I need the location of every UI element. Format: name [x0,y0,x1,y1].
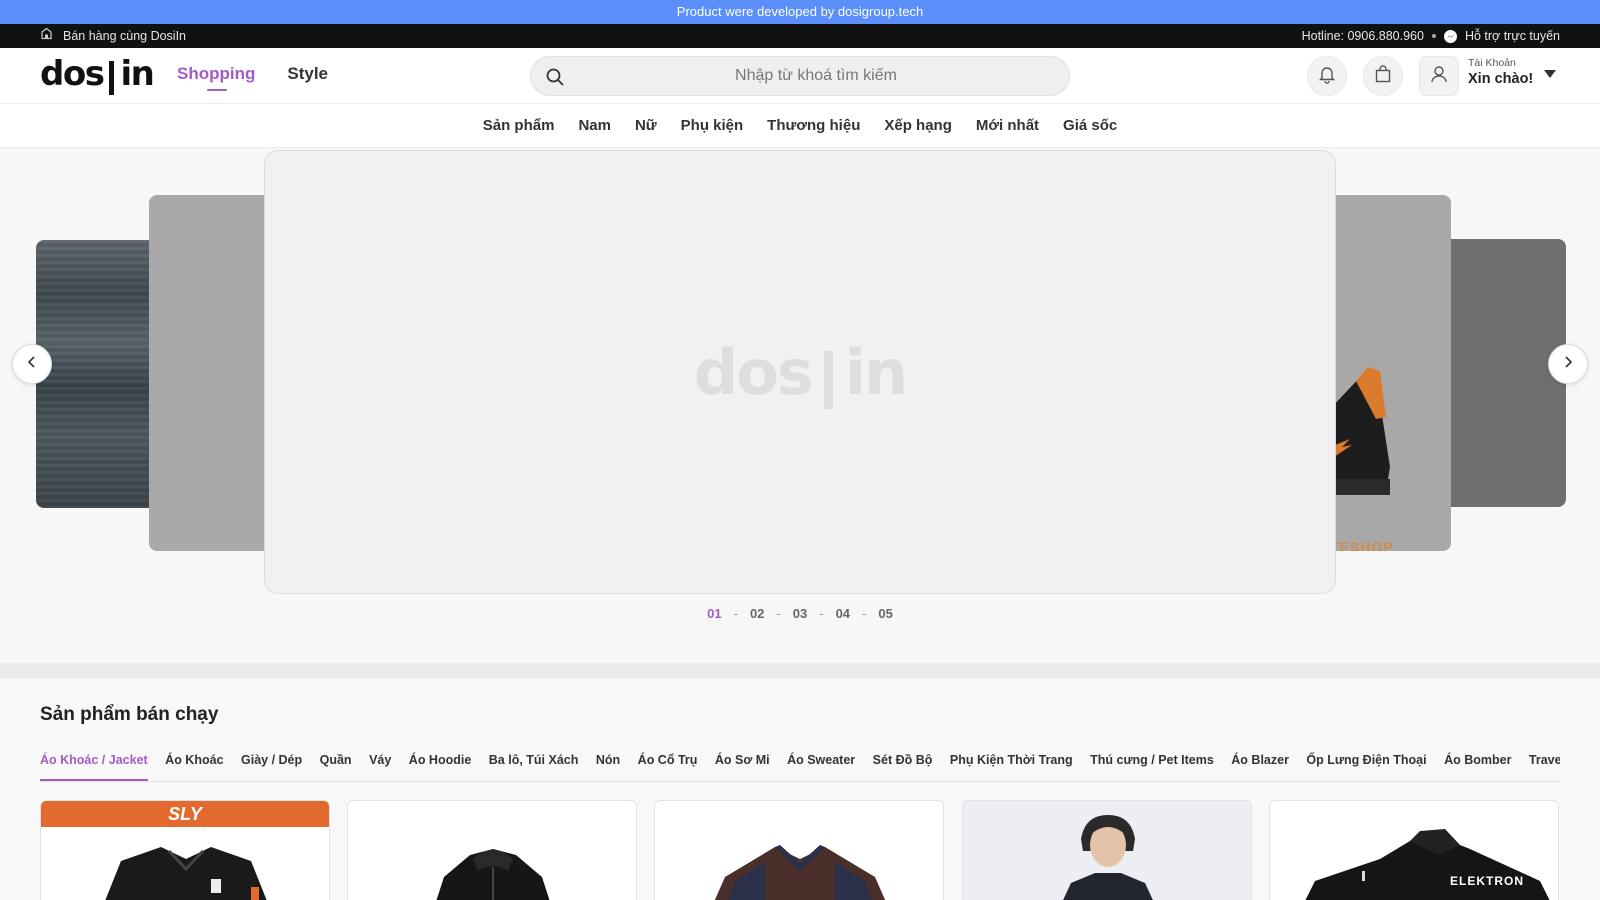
carousel-pager: 01 - 02 - 03 - 04 - 05 [0,606,1600,621]
pager-item[interactable]: 03 [793,606,807,621]
user-avatar-button[interactable] [1419,56,1459,96]
tab-style[interactable]: Style [287,64,328,84]
carousel-prev-button[interactable] [12,344,52,384]
pager-separator: - [819,606,824,621]
product-card[interactable] [962,800,1252,900]
nav-item-brands[interactable]: Thương hiệu [767,117,860,134]
product-image [655,801,943,900]
mode-tabs: Shopping Style [177,64,328,91]
tab-sweater[interactable]: Áo Sweater [787,742,855,778]
product-card[interactable] [347,800,637,900]
nav-item-hot-deals[interactable]: Giá sốc [1063,117,1117,134]
nav-item-newest[interactable]: Mới nhất [976,117,1039,134]
bell-icon [1317,64,1337,89]
pager-separator: - [776,606,781,621]
nav-item-products[interactable]: Sản phẩm [483,117,555,134]
account-greeting: Xin chào! [1468,71,1534,87]
product-image: SLY [41,801,329,900]
cart-button[interactable] [1363,56,1403,96]
search-input[interactable] [581,57,1051,95]
product-image [348,801,636,900]
notification-button[interactable] [1307,56,1347,96]
tab-phone-cases[interactable]: Ốp Lưng Điện Thoại [1306,742,1426,778]
search-bar [530,56,1070,96]
tab-coat[interactable]: Áo Khoác [165,742,223,778]
tab-sets[interactable]: Sét Đồ Bộ [873,742,933,778]
tab-fashion-accessories[interactable]: Phụ Kiện Thời Trang [950,742,1073,778]
hero-carousel: TESHOP dos in 01 - 02 - 03 - 04 - 05 [0,148,1600,663]
pager-item[interactable]: 02 [750,606,764,621]
product-image: ELEKTRON [1270,801,1558,900]
tab-skirt[interactable]: Váy [369,742,391,778]
tab-shoes[interactable]: Giày / Dép [241,742,302,778]
tab-turtleneck[interactable]: Áo Cổ Trụ [638,742,698,778]
nav-item-women[interactable]: Nữ [635,117,657,134]
carousel-next-button[interactable] [1548,344,1588,384]
tab-blazer[interactable]: Áo Blazer [1231,742,1289,778]
product-category-tabs: Áo Khoác / Jacket Áo Khoác Giày / Dép Qu… [40,742,1560,782]
tab-shirt[interactable]: Áo Sơ Mi [715,742,770,778]
user-icon [1429,64,1449,89]
shop-icon [40,24,53,48]
pager-separator: - [733,606,738,621]
nav-item-accessories[interactable]: Phụ kiện [681,117,744,134]
messenger-icon [1443,29,1457,43]
search-icon[interactable] [545,67,565,87]
caret-down-icon[interactable] [1544,70,1556,78]
tab-pet-items[interactable]: Thú cưng / Pet Items [1090,742,1214,778]
hotline-text: Hotline: 0906.880.960 [1301,29,1424,43]
online-support-link[interactable]: Hỗ trợ trực tuyến [1465,24,1560,48]
promo-banner: Product were developed by dosigroup.tech [0,0,1600,24]
pager-item[interactable]: 05 [878,606,892,621]
shopping-bag-icon [1373,64,1393,89]
main-header: dosin Shopping Style Tài Khoản Xin chào! [0,48,1600,104]
tab-hats[interactable]: Nón [596,742,620,778]
product-print-text: ELEKTRON [1450,874,1524,888]
product-card[interactable]: ELEKTRON [1269,800,1559,900]
account-menu[interactable]: Tài Khoản Xin chào! [1468,57,1533,87]
nav-item-ranking[interactable]: Xếp hạng [884,117,952,134]
product-card[interactable] [654,800,944,900]
product-card[interactable]: SLY [40,800,330,900]
chevron-right-icon [1561,355,1575,374]
product-image [963,801,1251,900]
tab-shopping[interactable]: Shopping [177,64,255,91]
section-divider [0,663,1600,678]
pager-separator: - [862,606,867,621]
account-label: Tài Khoản [1468,57,1516,69]
tab-bomber[interactable]: Áo Bomber [1444,742,1511,778]
tab-hoodie[interactable]: Áo Hoodie [409,742,472,778]
best-sellers-section: Sản phẩm bán chạy Áo Khoác / Jacket Áo K… [0,678,1600,900]
pager-item[interactable]: 04 [836,606,850,621]
placeholder-logo: dos in [693,335,908,409]
top-bar: Bán hàng cùng DosiIn Hotline: 0906.880.9… [0,24,1600,48]
sell-with-dosiin-link[interactable]: Bán hàng cùng DosiIn [63,24,186,48]
carousel-slide-main[interactable]: dos in [264,150,1336,594]
tab-pants[interactable]: Quần [320,742,352,778]
tab-travel-tag[interactable]: Travel Tag, Gối du [1529,742,1560,778]
dosiin-logo[interactable]: dos in [40,54,155,95]
chevron-left-icon [25,355,39,374]
nav-item-men[interactable]: Nam [578,117,611,134]
tab-bags[interactable]: Ba lô, Túi Xách [489,742,579,778]
tab-jacket[interactable]: Áo Khoác / Jacket [40,742,148,781]
slide-caption: TESHOP [1330,539,1394,551]
section-title: Sản phẩm bán chạy [40,704,219,725]
pager-item[interactable]: 01 [707,606,721,621]
separator-dot [1431,34,1436,38]
category-nav: Sản phẩm Nam Nữ Phụ kiện Thương hiệu Xếp… [0,104,1600,148]
